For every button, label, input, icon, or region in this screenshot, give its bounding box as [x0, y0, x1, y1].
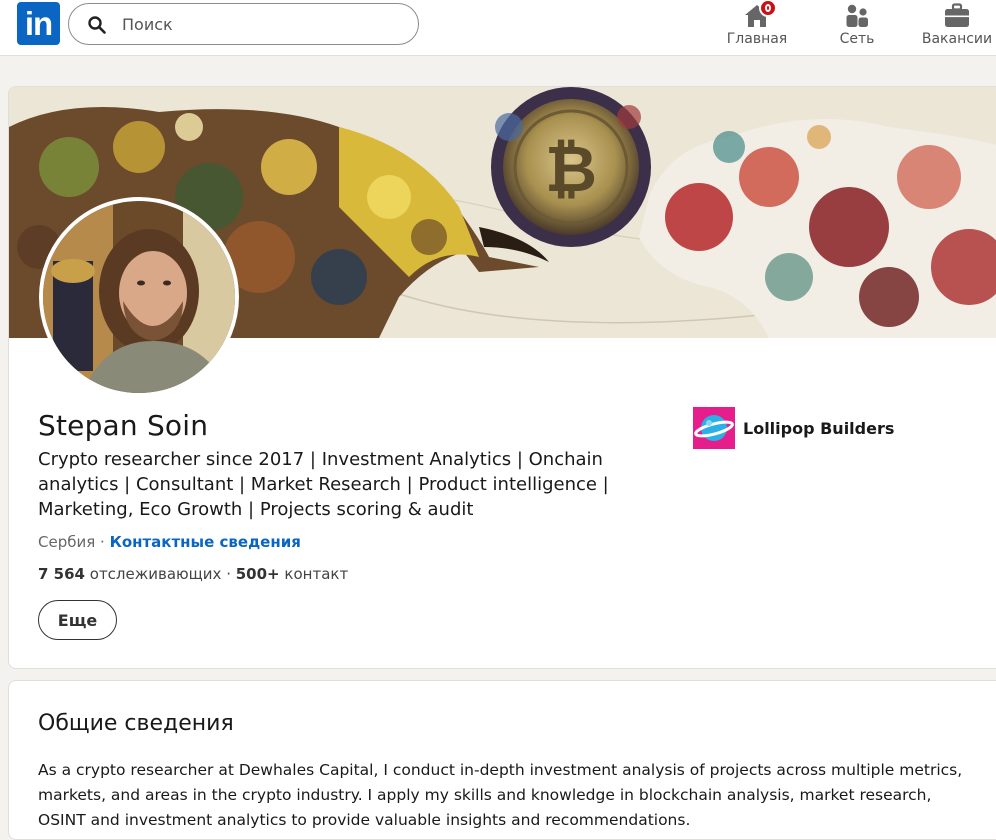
svg-text:₿: ₿: [545, 133, 597, 207]
nav-jobs[interactable]: Вакансии: [916, 0, 996, 56]
location: Сербия: [38, 533, 96, 551]
home-icon: [743, 0, 777, 30]
separator: ·: [95, 533, 110, 551]
briefcase-icon: [943, 2, 971, 30]
linkedin-logo[interactable]: in: [17, 2, 60, 45]
stats-line: 7 564 отслеживающих · 500+ контакт: [38, 565, 348, 583]
planet-logo-icon: [693, 407, 735, 449]
profile-card: ₿ Stepan Soin Crypto researcher since 20…: [8, 86, 996, 669]
profile-name: Stepan Soin: [38, 409, 209, 442]
current-company[interactable]: Lollipop Builders: [693, 407, 894, 449]
profile-avatar[interactable]: [39, 197, 239, 397]
nav-home[interactable]: Главная: [718, 0, 796, 56]
contact-info-link[interactable]: Контактные сведения: [110, 533, 301, 551]
connections-count: 500+: [235, 565, 280, 583]
connections-separator: ·: [226, 565, 236, 583]
nav-jobs-label: Вакансии: [921, 31, 993, 47]
top-navigation-bar: in Главная Сеть: [0, 0, 996, 56]
location-line: Сербия · Контактные сведения: [38, 533, 301, 551]
about-card: Общие сведения As a crypto researcher at…: [8, 680, 996, 840]
connections-label: контакт: [284, 565, 349, 583]
nav-network-label: Сеть: [839, 31, 875, 47]
search-input[interactable]: [120, 10, 400, 38]
people-icon: [843, 2, 871, 30]
about-title: Общие сведения: [38, 711, 234, 736]
search-box[interactable]: [68, 3, 419, 45]
profile-headline: Crypto researcher since 2017 | Investmen…: [38, 449, 609, 520]
followers-count: 7 564: [38, 565, 85, 583]
logo-text: in: [24, 5, 53, 42]
nav-network[interactable]: Сеть: [822, 0, 892, 56]
company-name: Lollipop Builders: [743, 418, 895, 438]
profile-photo: [43, 201, 235, 393]
nav-home-label: Главная: [726, 31, 788, 47]
about-text: As a crypto researcher at Dewhales Capit…: [38, 761, 963, 829]
more-button[interactable]: Еще: [38, 600, 117, 640]
notification-badge: [759, 0, 777, 17]
search-icon: [88, 16, 106, 34]
followers-label: отслеживающих: [89, 565, 222, 583]
